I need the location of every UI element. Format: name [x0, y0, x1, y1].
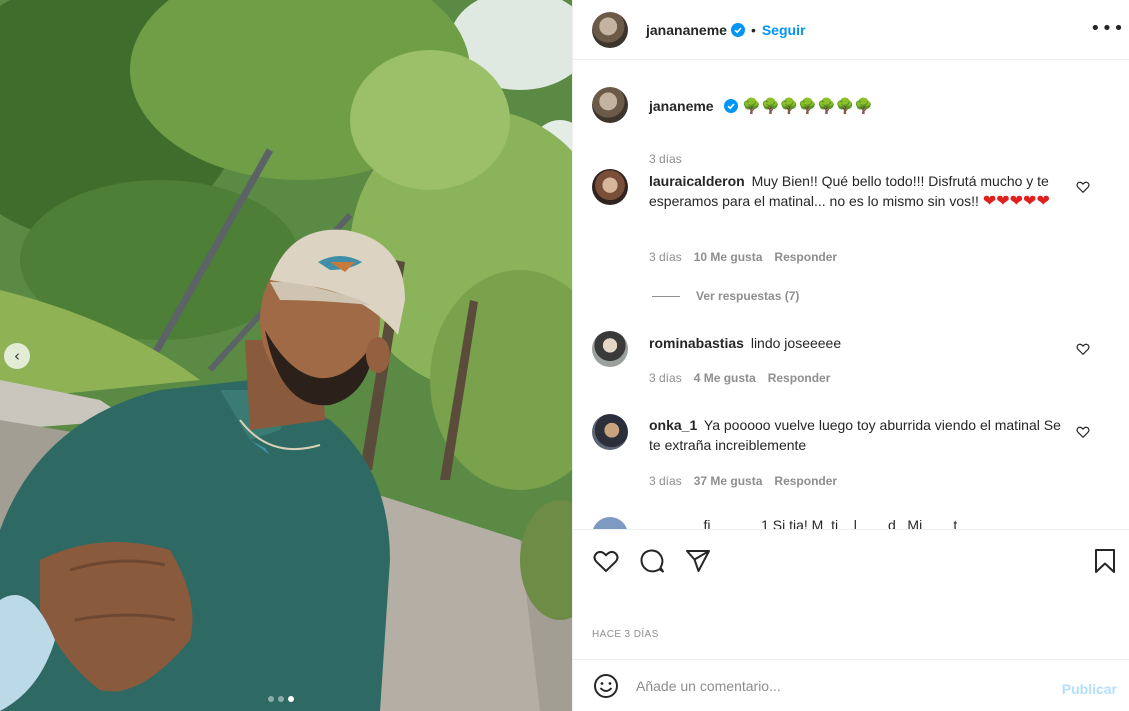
comment-likes[interactable]: 4 Me gusta [694, 371, 756, 385]
comment-username[interactable]: onka_1 [649, 417, 697, 433]
like-button[interactable] [592, 547, 620, 575]
comment-body: lauraicalderon Muy Bien!! Qué bello todo… [649, 171, 1069, 211]
add-comment-bar: Publicar [573, 659, 1129, 711]
commenter-avatar[interactable] [592, 169, 628, 205]
comment-item: rominabastias lindo joseeeee 3 días 4 Me… [592, 331, 1112, 401]
author-username[interactable]: janananeme [646, 22, 727, 38]
verified-icon [730, 22, 745, 37]
comment-body: rominabastias lindo joseeeee [649, 333, 1069, 353]
reply-button[interactable]: Responder [774, 474, 837, 488]
follow-button[interactable]: Seguir [762, 22, 806, 38]
view-replies-label: Ver respuestas (7) [696, 289, 800, 303]
post-side-panel: janananeme • Seguir ••• jananeme 🌳🌳🌳🌳🌳🌳🌳… [572, 0, 1129, 711]
commenter-avatar[interactable] [592, 331, 628, 367]
post-photo: ‹ [0, 0, 572, 711]
action-bar [573, 529, 1129, 591]
post-timestamp: HACE 3 DÍAS [592, 629, 659, 640]
like-comment-button[interactable] [1076, 425, 1090, 439]
carousel-dot [278, 696, 284, 702]
author-avatar[interactable] [592, 87, 628, 123]
comment-likes[interactable]: 10 Me gusta [694, 250, 763, 264]
comment-username[interactable]: rominabastias [649, 335, 744, 351]
comment-hearts: ❤❤❤❤❤ [982, 191, 1050, 210]
heart-icon [593, 550, 619, 572]
comment-time: 3 días [649, 371, 682, 385]
caption-time: 3 días [649, 152, 682, 166]
previous-image-button[interactable]: ‹ [4, 343, 30, 369]
verified-icon [724, 99, 739, 113]
publish-button[interactable]: Publicar [1062, 681, 1117, 697]
more-options-button[interactable]: ••• [1090, 17, 1124, 41]
caption-username[interactable]: jananeme [649, 98, 714, 114]
carousel-dot-active [288, 696, 294, 702]
comment-icon [640, 548, 664, 572]
more-icon: ••• [1090, 18, 1125, 39]
caption-text: 🌳🌳🌳🌳🌳🌳🌳 [742, 97, 874, 115]
comment-meta: 3 días 4 Me gusta Responder [649, 371, 830, 385]
share-icon [686, 549, 710, 572]
view-replies-button[interactable]: Ver respuestas (7) [652, 289, 799, 303]
comment-button[interactable] [638, 547, 666, 575]
author-info: janananeme • Seguir [646, 22, 805, 38]
commenter-avatar[interactable] [592, 414, 628, 450]
share-button[interactable] [684, 547, 712, 575]
comment-body: onka_1 Ya pooooo vuelve luego toy aburri… [649, 415, 1069, 455]
comment-username[interactable]: lauraicalderon [649, 173, 745, 189]
comment-time: 3 días [649, 474, 682, 488]
comment-item: onka_1 Ya pooooo vuelve luego toy aburri… [592, 414, 1112, 504]
heart-icon [1076, 426, 1090, 439]
carousel-dots [268, 696, 294, 702]
like-comment-button[interactable] [1076, 180, 1090, 194]
post-header: janananeme • Seguir ••• [573, 0, 1129, 60]
partial-comment-text: ___ ___ fi____ __1 Si tia! M_ti__l ___ d… [649, 517, 973, 529]
replies-line [652, 295, 680, 297]
photo-illustration [0, 0, 572, 711]
caption-meta: 3 días [649, 152, 682, 166]
save-button[interactable] [1092, 547, 1118, 575]
comment-meta: 3 días 10 Me gusta Responder [649, 250, 837, 264]
emoji-button[interactable] [592, 672, 620, 700]
comments-list[interactable]: jananeme 🌳🌳🌳🌳🌳🌳🌳 3 días lauraicalderon M… [573, 61, 1129, 529]
comment-time: 3 días [649, 250, 682, 264]
reply-button[interactable]: Responder [774, 250, 837, 264]
comment-input[interactable] [636, 677, 1036, 694]
emoji-icon [594, 673, 618, 698]
caption: jananeme 🌳🌳🌳🌳🌳🌳🌳 3 días [592, 87, 1112, 166]
reply-button[interactable]: Responder [768, 371, 831, 385]
heart-icon [1076, 181, 1090, 194]
commenter-avatar[interactable] [592, 517, 628, 529]
like-comment-button[interactable] [1076, 342, 1090, 356]
heart-icon [1076, 343, 1090, 356]
chevron-left-icon: ‹ [14, 347, 20, 365]
comment-text: Ya pooooo vuelve luego toy aburrida vien… [649, 417, 1061, 453]
caption-body: jananeme 🌳🌳🌳🌳🌳🌳🌳 [649, 96, 1069, 116]
post-viewer: ‹ janananeme • Seguir ••• jananeme 🌳🌳🌳🌳🌳… [0, 0, 1129, 711]
author-avatar[interactable] [592, 11, 628, 48]
bookmark-icon [1095, 549, 1115, 573]
comment-text: lindo joseeeee [750, 335, 842, 351]
carousel-dot [268, 696, 274, 702]
comment-likes[interactable]: 37 Me gusta [694, 474, 763, 488]
header-separator: • [750, 21, 756, 38]
comment-meta: 3 días 37 Me gusta Responder [649, 474, 837, 488]
